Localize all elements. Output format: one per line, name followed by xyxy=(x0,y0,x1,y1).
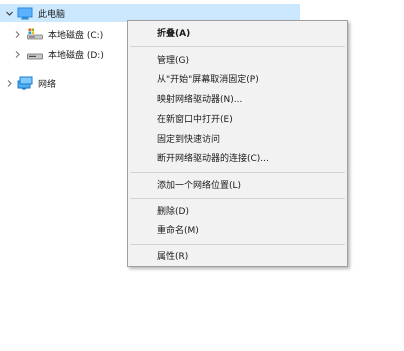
tree-label-drive-c: 本地磁盘 (C:) xyxy=(48,30,104,41)
menu-item-unpin-start[interactable]: 从"开始"屏幕取消固定(P) xyxy=(128,70,347,90)
network-icon xyxy=(17,76,33,90)
menu-item-delete[interactable]: 删除(D) xyxy=(128,202,347,222)
menu-item-rename[interactable]: 重命名(M) xyxy=(128,221,347,241)
explorer-window: 此电脑 本地磁盘 (C:) 本地磁盘 (D:) 网络 折叠(A) 管理(G) 从… xyxy=(0,0,404,351)
chevron-right-icon[interactable] xyxy=(13,30,22,39)
menu-item-pin-quick-access[interactable]: 固定到快速访问 xyxy=(128,130,347,150)
tree-label-drive-d: 本地磁盘 (D:) xyxy=(48,50,104,61)
menu-separator xyxy=(130,198,345,199)
menu-item-properties[interactable]: 属性(R) xyxy=(128,247,347,267)
tree-item-drive-d[interactable]: 本地磁盘 (D:) xyxy=(0,45,104,63)
menu-item-map-network-drive[interactable]: 映射网络驱动器(N)... xyxy=(128,90,347,110)
system-drive-icon xyxy=(27,28,43,40)
tree-label-this-pc: 此电脑 xyxy=(38,9,66,20)
menu-separator xyxy=(130,244,345,245)
drive-icon xyxy=(27,48,43,60)
chevron-right-icon[interactable] xyxy=(13,50,22,59)
menu-item-disconnect-network-drive[interactable]: 断开网络驱动器的连接(C)... xyxy=(128,149,347,169)
tree-item-network[interactable]: 网络 xyxy=(0,74,56,92)
computer-icon xyxy=(17,7,33,20)
menu-separator xyxy=(130,172,345,173)
tree-label-network: 网络 xyxy=(38,79,57,90)
menu-item-collapse[interactable]: 折叠(A) xyxy=(128,24,347,44)
menu-item-open-new-window[interactable]: 在新窗口中打开(E) xyxy=(128,110,347,130)
chevron-down-icon[interactable] xyxy=(5,9,14,18)
menu-item-add-network-location[interactable]: 添加一个网络位置(L) xyxy=(128,176,347,196)
menu-separator xyxy=(130,46,345,47)
context-menu: 折叠(A) 管理(G) 从"开始"屏幕取消固定(P) 映射网络驱动器(N)...… xyxy=(127,20,348,267)
chevron-right-icon[interactable] xyxy=(5,79,14,88)
menu-item-manage[interactable]: 管理(G) xyxy=(128,51,347,71)
tree-item-drive-c[interactable]: 本地磁盘 (C:) xyxy=(0,25,103,43)
